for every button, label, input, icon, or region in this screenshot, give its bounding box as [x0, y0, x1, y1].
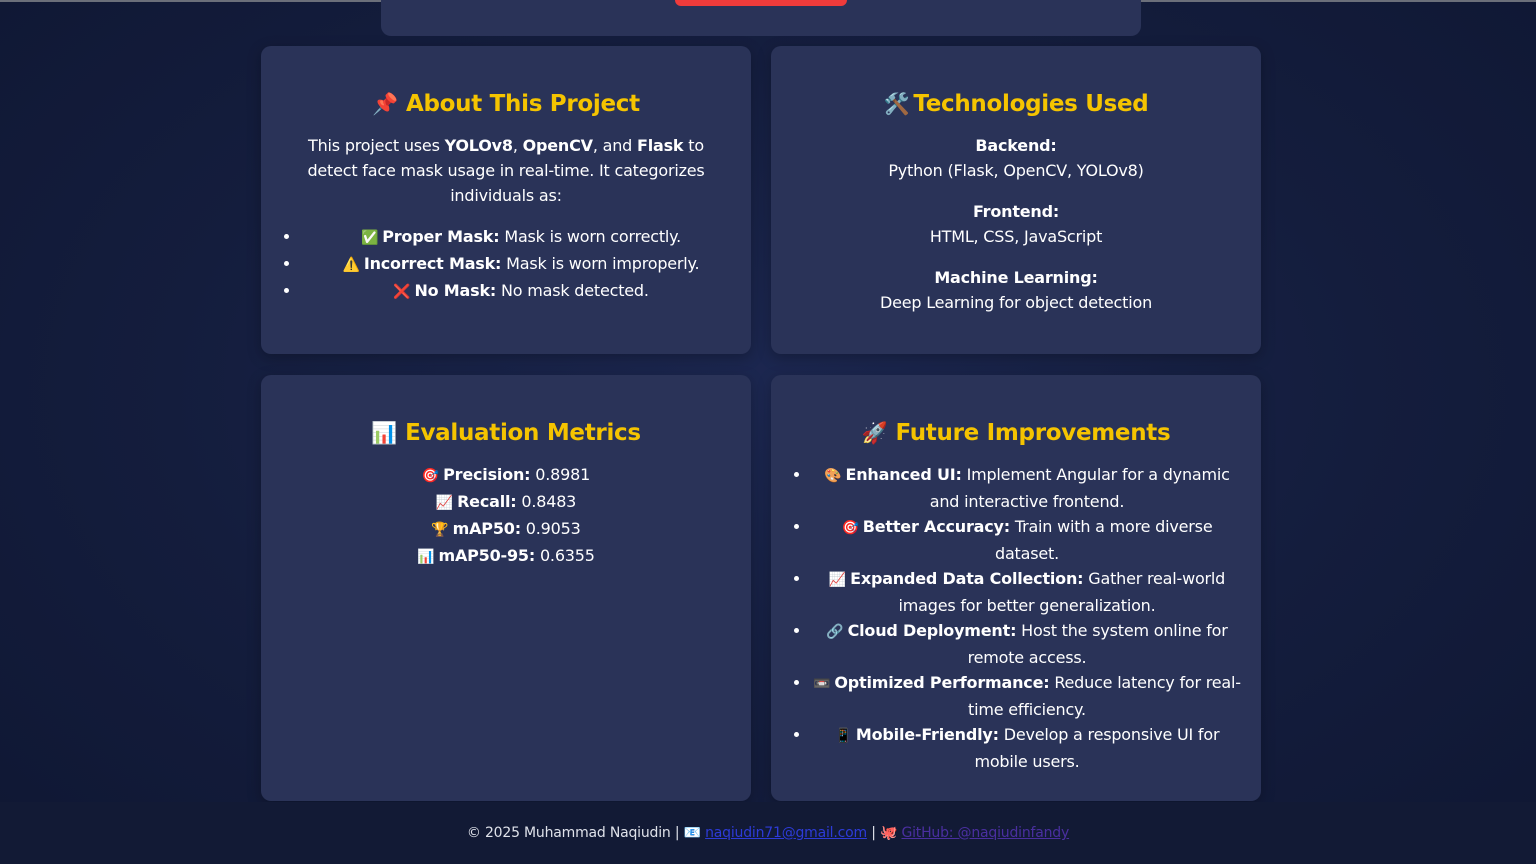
- red-action-button-edge[interactable]: [675, 0, 847, 6]
- tech-group-ml: Machine Learning: Deep Learning for objec…: [879, 268, 1153, 312]
- bar-chart-icon: 📊: [417, 549, 435, 565]
- trend-up-icon: 📈: [435, 495, 454, 511]
- list-item: 📼Optimized Performance: Reduce latency f…: [811, 670, 1243, 722]
- metrics-card: 📊 Evaluation Metrics 🎯 Precision: 0.8981 📈…: [261, 375, 751, 801]
- footer-separator: |: [866, 825, 880, 841]
- list-item: 🎨Enhanced UI: Implement Angular for a dy…: [811, 462, 1243, 514]
- technologies-title: 🛠️ Technologies Used: [883, 91, 1149, 117]
- list-item: ❌No Mask: No mask detected.: [301, 278, 741, 305]
- mobile-phone-icon: 📱: [834, 728, 852, 744]
- target-icon: 🎯: [421, 468, 440, 484]
- trophy-icon: 🏆: [431, 522, 449, 538]
- list-item: ⚠️Incorrect Mask: Mask is worn improperl…: [301, 251, 741, 278]
- copyright-text: © 2025 Muhammad Naqiudin |: [466, 825, 684, 841]
- vhs-tape-icon: 📼: [813, 676, 831, 692]
- rocket-icon: 🚀: [861, 421, 888, 445]
- octopus-icon: 🐙: [879, 825, 898, 841]
- github-link[interactable]: GitHub: @naqiudinfandy: [901, 825, 1069, 841]
- about-intro: This project uses YOLOv8, OpenCV, and Fl…: [307, 136, 705, 205]
- upload-card-bottom: [381, 0, 1141, 36]
- technologies-card: 🛠️ Technologies Used Backend: Python (Flas…: [771, 46, 1261, 354]
- footer: © 2025 Muhammad Naqiudin | 📧 naqiudin71@…: [0, 802, 1536, 864]
- about-title: 📌 About This Project: [372, 91, 640, 117]
- list-item: 🔗Cloud Deployment: Host the system onlin…: [811, 618, 1243, 670]
- metrics-title: 📊 Evaluation Metrics: [371, 420, 641, 446]
- envelope-icon: 📧: [683, 825, 701, 841]
- list-item: ✅Proper Mask: Mask is worn correctly.: [301, 224, 741, 251]
- bar-chart-icon: 📊: [371, 421, 398, 445]
- about-card: 📌 About This Project This project uses YO…: [261, 46, 751, 354]
- metric-recall: 📈 Recall: 0.8483: [435, 492, 577, 511]
- list-item: 📱Mobile-Friendly: Develop a responsive U…: [811, 722, 1243, 774]
- list-item: 📈Expanded Data Collection: Gather real-w…: [811, 566, 1243, 618]
- link-icon: 🔗: [826, 624, 844, 640]
- pushpin-icon: 📌: [372, 92, 399, 116]
- target-icon: 🎯: [841, 520, 859, 536]
- future-list: 🎨Enhanced UI: Implement Angular for a dy…: [771, 462, 1261, 774]
- list-item: 🎯Better Accuracy: Train with a more dive…: [811, 514, 1243, 566]
- email-link[interactable]: naqiudin71@gmail.com: [705, 825, 867, 841]
- future-title: 🚀 Future Improvements: [861, 420, 1171, 446]
- warning-icon: ⚠️: [342, 257, 360, 273]
- tech-group-frontend: Frontend: HTML, CSS, JavaScript: [929, 202, 1103, 246]
- metric-precision: 🎯 Precision: 0.8981: [421, 465, 591, 484]
- metric-map50: 🏆 mAP50: 0.9053: [431, 519, 581, 538]
- trend-up-icon: 📈: [828, 572, 847, 588]
- palette-icon: 🎨: [824, 468, 842, 484]
- tech-group-backend: Backend: Python (Flask, OpenCV, YOLOv8): [888, 136, 1144, 180]
- cross-icon: ❌: [393, 284, 411, 300]
- future-improvements-card: 🚀Future Improvements 🎨Enhanced UI: Imple…: [771, 375, 1261, 801]
- tools-icon: 🛠️: [883, 92, 910, 116]
- check-icon: ✅: [360, 230, 379, 246]
- metric-map50-95: 📊 mAP50-95: 0.6355: [417, 546, 595, 565]
- mask-category-list: ✅Proper Mask: Mask is worn correctly. ⚠️…: [261, 224, 751, 305]
